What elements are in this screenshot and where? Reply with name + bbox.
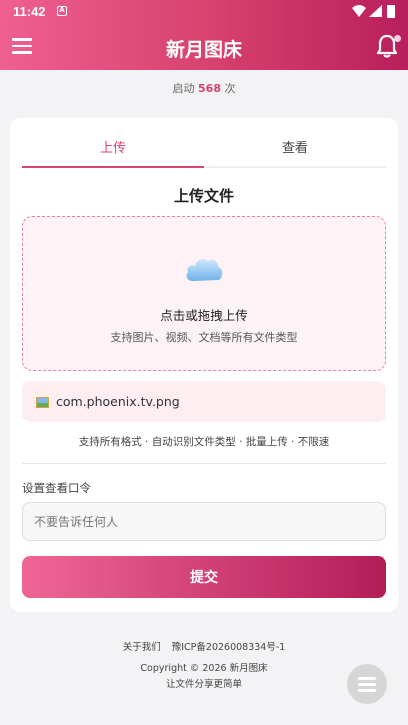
fab-menu-icon-line xyxy=(358,689,376,692)
launch-suffix: 次 xyxy=(224,82,236,95)
launch-count: 启动 568 次 xyxy=(0,80,408,96)
notification-a-icon: A xyxy=(57,6,67,16)
wifi-icon xyxy=(352,5,366,17)
cloud-icon xyxy=(186,259,223,281)
tab-bar: 上传 查看 xyxy=(22,136,386,168)
dropzone-title: 点击或拖拽上传 xyxy=(160,308,248,323)
icp-link[interactable]: 豫ICP备2026008334号-1 xyxy=(172,642,286,653)
status-time: 11:42 xyxy=(13,4,46,19)
status-bar: 11:42 A xyxy=(0,0,408,24)
upload-card: 上传 查看 上传文件 点击或拖拽上传 支持图片、视频、文档等所有文件类型 com… xyxy=(10,118,398,612)
image-file-icon xyxy=(36,397,49,408)
app-title: 新月图床 xyxy=(165,39,242,61)
section-title: 上传文件 xyxy=(173,187,234,205)
password-input[interactable] xyxy=(22,502,386,541)
upload-dropzone[interactable]: 点击或拖拽上传 支持图片、视频、文档等所有文件类型 xyxy=(22,216,386,371)
tab-view[interactable]: 查看 xyxy=(204,136,386,168)
fab-menu-icon-line xyxy=(358,683,376,686)
dropzone-subtitle: 支持图片、视频、文档等所有文件类型 xyxy=(110,331,298,344)
notification-dot xyxy=(394,35,401,42)
app-header: 新月图床 xyxy=(0,24,408,70)
copyright: Copyright © 2026 新月图床 xyxy=(140,663,268,674)
file-name: com.phoenix.tv.png xyxy=(56,394,180,409)
signal-icon xyxy=(369,5,382,17)
battery-icon xyxy=(387,5,395,18)
notifications-button[interactable] xyxy=(375,33,401,59)
password-label: 设置查看口令 xyxy=(22,481,91,495)
features-text: 支持所有格式 · 自动识别文件类型 · 批量上传 · 不限速 xyxy=(78,436,330,448)
divider xyxy=(22,463,386,464)
tab-upload[interactable]: 上传 xyxy=(22,136,204,168)
launch-count-value: 568 xyxy=(198,82,221,95)
about-link[interactable]: 关于我们 xyxy=(123,642,161,653)
floating-menu-button[interactable] xyxy=(347,664,387,704)
submit-button[interactable]: 提交 xyxy=(22,556,386,598)
selected-file[interactable]: com.phoenix.tv.png xyxy=(22,381,386,422)
launch-prefix: 启动 xyxy=(172,82,195,95)
fab-menu-icon xyxy=(358,677,376,680)
